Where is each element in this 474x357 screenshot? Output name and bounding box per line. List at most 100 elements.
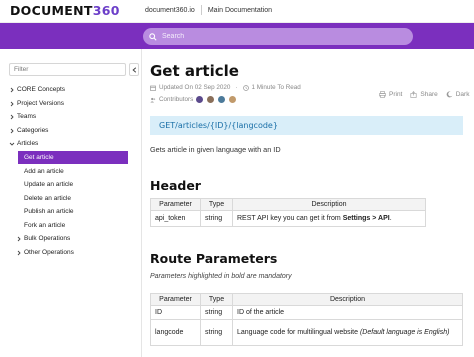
top-nav: document360.io Main Documentation <box>145 5 272 15</box>
table-row: api_token string REST API key you can ge… <box>150 210 426 227</box>
contributors-label: Contributors <box>159 96 194 103</box>
avatar[interactable] <box>195 95 205 104</box>
sidebar-item-publish-article[interactable]: Publish an article <box>0 205 142 218</box>
sidebar-item-add-article[interactable]: Add an article <box>0 165 142 178</box>
calendar-icon <box>150 85 156 91</box>
moon-icon <box>446 91 453 98</box>
table-header-row: Parameter Type Description <box>150 293 463 306</box>
sidebar-item-get-article[interactable]: Get article <box>18 151 128 164</box>
description-suffix: . <box>389 215 392 222</box>
page-title: Get article <box>150 62 239 80</box>
meta-separator: · <box>235 84 238 91</box>
users-icon <box>150 97 156 102</box>
sidebar-item-articles[interactable]: Articles <box>0 137 142 150</box>
search-input[interactable] <box>162 33 402 40</box>
sidebar-item-teams[interactable]: Teams <box>0 110 142 123</box>
sidebar-item-label: Articles <box>17 140 39 147</box>
sidebar-item-fork-article[interactable]: Fork an article <box>0 219 142 232</box>
sidebar-item-core-concepts[interactable]: CORE Concepts <box>0 83 142 96</box>
article-content: Get article Updated On 02 Sep 2020 · 1 M… <box>143 49 474 357</box>
logo-number: 360 <box>92 3 120 18</box>
param-name: ID <box>150 305 201 320</box>
table-header-row: Parameter Type Description <box>150 198 426 211</box>
sidebar-item-label: Fork an article <box>24 222 66 229</box>
route-params-note: Parameters highlighted in bold are manda… <box>150 273 292 280</box>
sidebar-item-update-article[interactable]: Update an article <box>0 178 142 191</box>
article-meta: Updated On 02 Sep 2020 · 1 Minute To Rea… <box>150 84 301 91</box>
sidebar-item-project-versions[interactable]: Project Versions <box>0 97 142 110</box>
share-button[interactable]: Share <box>410 91 438 98</box>
print-icon <box>379 91 386 98</box>
param-type: string <box>200 319 233 346</box>
description-text: REST API key you can get it from <box>237 215 343 222</box>
param-description: REST API key you can get it from Setting… <box>232 210 426 227</box>
top-nav-link-main-docs[interactable]: Main Documentation <box>208 7 272 14</box>
article-description: Gets article in given language with an I… <box>150 145 281 154</box>
sidebar-item-label: Bulk Operations <box>24 235 71 242</box>
chevron-right-icon <box>17 236 21 241</box>
share-icon <box>410 91 417 98</box>
chevron-left-icon <box>131 66 136 73</box>
column-header: Type <box>200 293 233 306</box>
chevron-right-icon <box>10 101 14 106</box>
sidebar-item-label: Get article <box>24 154 54 161</box>
column-header: Description <box>232 198 426 211</box>
avatar[interactable] <box>217 95 227 104</box>
article-tools: Print Share Dark <box>379 91 474 98</box>
sidebar-item-other-operations[interactable]: Other Operations <box>0 246 142 259</box>
table-row: langcode string Language code for multil… <box>150 319 463 346</box>
column-header: Parameter <box>150 293 201 306</box>
param-type: string <box>200 210 233 227</box>
chevron-right-icon <box>10 128 14 133</box>
avatar[interactable] <box>228 95 238 104</box>
print-label: Print <box>389 91 403 98</box>
description-text: Language code for multilingual website <box>237 328 360 336</box>
header-section-title: Header <box>150 178 201 193</box>
chevron-right-icon <box>17 250 21 255</box>
sidebar-item-label: CORE Concepts <box>17 86 66 93</box>
search-icon <box>149 32 157 41</box>
sidebar-item-delete-article[interactable]: Delete an article <box>0 192 142 205</box>
chevron-right-icon <box>10 87 14 92</box>
filter-row <box>9 63 139 76</box>
top-nav-link-site[interactable]: document360.io <box>145 7 195 14</box>
description-text: ID of the article <box>237 309 285 316</box>
contributors: Contributors <box>150 95 238 104</box>
sidebar-item-bulk-operations[interactable]: Bulk Operations <box>0 232 142 245</box>
avatar[interactable] <box>206 95 216 104</box>
route-params-title: Route Parameters <box>150 251 278 266</box>
sidebar-item-label: Update an article <box>24 181 74 188</box>
column-header: Type <box>200 198 233 211</box>
collapse-sidebar-button[interactable] <box>129 63 139 76</box>
param-name: langcode <box>150 319 201 346</box>
logo[interactable]: DOCUMENT360 <box>10 3 120 18</box>
param-description: Language code for multilingual website (… <box>232 319 463 346</box>
param-name: api_token <box>150 210 201 227</box>
param-description: ID of the article <box>232 305 463 320</box>
print-button[interactable]: Print <box>379 91 402 98</box>
clock-icon <box>242 84 249 91</box>
table-row: ID string ID of the article <box>150 305 463 320</box>
chevron-down-icon <box>9 142 15 146</box>
settings-path: Settings > API <box>342 215 390 222</box>
top-bar: DOCUMENT360 document360.io Main Document… <box>0 0 474 23</box>
sidebar-item-label: Project Versions <box>17 100 64 107</box>
route-params-table: Parameter Type Description ID string ID … <box>150 293 463 346</box>
sidebar-item-label: Add an article <box>24 168 64 175</box>
sidebar: CORE Concepts Project Versions Teams Cat… <box>0 49 142 357</box>
sidebar-item-label: Other Operations <box>24 249 74 256</box>
column-header: Parameter <box>150 198 201 211</box>
endpoint-code-block: GET/articles/{ID}/{langcode} <box>150 116 463 135</box>
filter-input[interactable] <box>9 63 126 76</box>
logo-text: DOCUMENT <box>10 3 93 18</box>
sidebar-item-label: Categories <box>17 127 49 134</box>
read-time: 1 Minute To Read <box>251 84 301 91</box>
sidebar-item-categories[interactable]: Categories <box>0 124 142 137</box>
header-params-table: Parameter Type Description api_token str… <box>150 198 426 227</box>
nav-divider <box>200 5 202 15</box>
search-bar[interactable] <box>143 28 413 45</box>
param-type: string <box>200 305 233 320</box>
column-header: Description <box>232 293 463 306</box>
dark-mode-button[interactable]: Dark <box>446 91 469 98</box>
updated-date: Updated On 02 Sep 2020 <box>159 84 231 91</box>
